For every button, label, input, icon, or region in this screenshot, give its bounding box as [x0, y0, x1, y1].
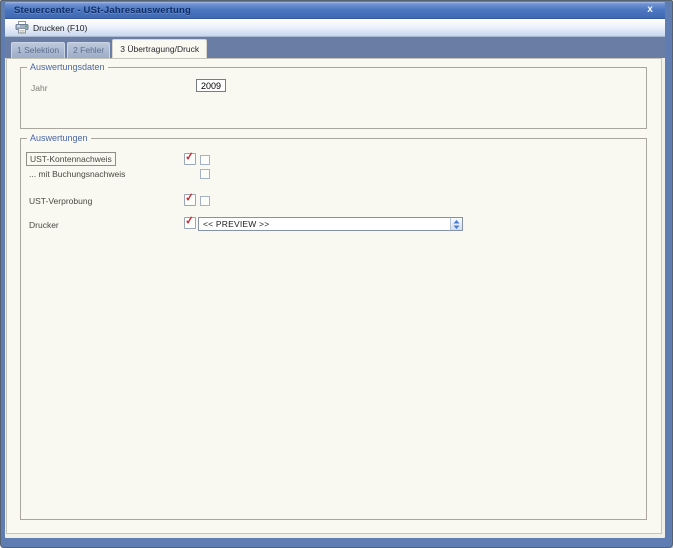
verprobung-selected-icon[interactable]: ✓: [184, 191, 196, 206]
up-down-arrows-icon: [453, 219, 460, 229]
verprobung-label: UST-Verprobung: [29, 196, 93, 206]
title-bar: Steuercenter - USt-Jahresauswertung x: [5, 2, 665, 19]
kontennachweis-label: UST-Kontennachweis: [26, 152, 116, 166]
toolbar: Drucken (F10): [5, 19, 665, 37]
drucker-label: Drucker: [29, 220, 59, 230]
check-icon: ✓: [184, 214, 195, 228]
groupbox-auswertungen-legend: Auswertungen: [27, 133, 91, 143]
drucker-selected-icon[interactable]: ✓: [184, 214, 196, 229]
groupbox-auswertungsdaten-legend: Auswertungsdaten: [27, 62, 108, 72]
combobox-dropdown-button[interactable]: [450, 218, 462, 230]
buchungsnachweis-label: ... mit Buchungsnachweis: [29, 169, 126, 179]
print-button-label: Drucken (F10): [33, 22, 88, 33]
tab-strip: 1 Selektion 2 Fehler 3 Übertragung/Druck: [5, 37, 665, 58]
close-icon[interactable]: x: [643, 3, 657, 17]
buchungsnachweis-checkbox[interactable]: [200, 169, 210, 179]
drucker-combobox[interactable]: << PREVIEW >>: [198, 217, 463, 231]
tab-uebertragung-druck[interactable]: 3 Übertragung/Druck: [112, 39, 208, 58]
kontennachweis-checkbox[interactable]: [200, 155, 210, 165]
printer-icon: [15, 21, 29, 34]
kontennachweis-selected-icon[interactable]: ✓: [184, 150, 196, 165]
content-area: Auswertungsdaten Jahr Auswertungen UST-K…: [5, 58, 665, 538]
window-title: Steuercenter - USt-Jahresauswertung: [14, 5, 191, 16]
app-window: Steuercenter - USt-Jahresauswertung x Dr…: [0, 0, 673, 548]
jahr-input[interactable]: [196, 79, 226, 92]
groupbox-auswertungen: Auswertungen UST-Kontennachweis ✓ ... mi…: [20, 133, 647, 520]
verprobung-checkbox[interactable]: [200, 196, 210, 206]
tab-fehler[interactable]: 2 Fehler: [67, 42, 111, 58]
check-icon: ✓: [184, 191, 195, 205]
groupbox-auswertungsdaten: Auswertungsdaten Jahr: [20, 62, 647, 129]
tab-page: Auswertungsdaten Jahr Auswertungen UST-K…: [6, 58, 662, 534]
tab-selektion[interactable]: 1 Selektion: [11, 42, 66, 58]
print-button[interactable]: Drucken (F10): [11, 20, 91, 36]
drucker-combobox-value: << PREVIEW >>: [203, 219, 270, 229]
check-icon: ✓: [184, 150, 195, 164]
jahr-label: Jahr: [31, 83, 48, 93]
